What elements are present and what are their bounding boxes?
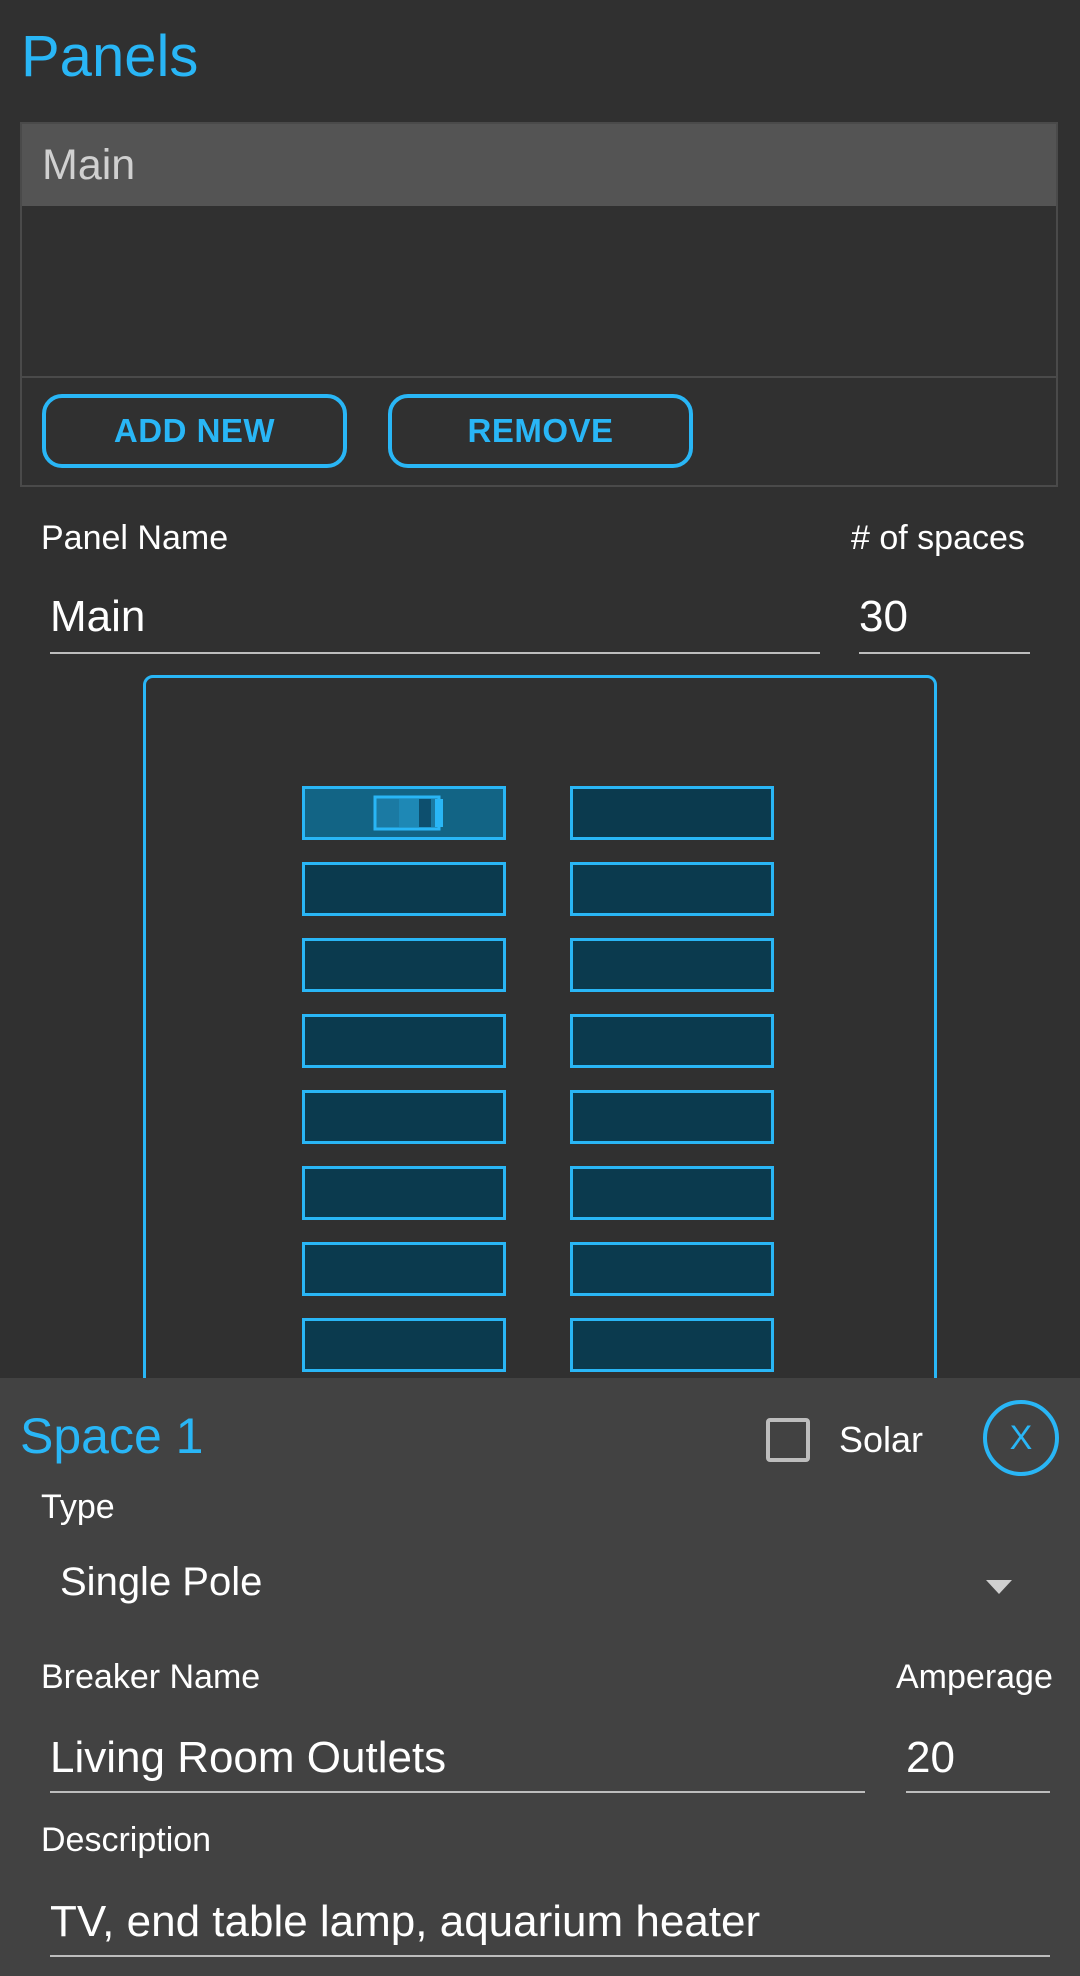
description-underline xyxy=(50,1955,1050,1957)
amperage-value: 20 xyxy=(906,1733,955,1782)
breaker-slot-13[interactable] xyxy=(302,1242,506,1296)
breaker-name-value: Living Room Outlets xyxy=(50,1733,447,1782)
breaker-slot-11[interactable] xyxy=(302,1166,506,1220)
breaker-slot-15[interactable] xyxy=(302,1318,506,1372)
breaker-slot-3[interactable] xyxy=(302,862,506,916)
breaker-switch-icon xyxy=(373,795,445,831)
space-editor-sheet: Space 1 Solar X Type Single Pole Breaker… xyxy=(0,1378,1080,1976)
breaker-name-underline xyxy=(50,1791,865,1793)
breaker-slot-10[interactable] xyxy=(570,1090,774,1144)
close-button[interactable]: X xyxy=(983,1400,1059,1476)
breaker-slot-5[interactable] xyxy=(302,938,506,992)
breaker-slots xyxy=(0,0,1080,1378)
amperage-field[interactable]: 20 xyxy=(906,1728,1050,1792)
breaker-slot-16[interactable] xyxy=(570,1318,774,1372)
space-title: Space 1 xyxy=(20,1408,204,1464)
breaker-slot-9[interactable] xyxy=(302,1090,506,1144)
solar-checkbox[interactable] xyxy=(766,1418,810,1462)
breaker-slot-6[interactable] xyxy=(570,938,774,992)
breaker-slot-4[interactable] xyxy=(570,862,774,916)
amperage-label: Amperage xyxy=(896,1658,1053,1696)
breaker-slot-2[interactable] xyxy=(570,786,774,840)
description-value: TV, end table lamp, aquarium heater xyxy=(50,1897,761,1946)
description-label: Description xyxy=(41,1821,212,1859)
amperage-underline xyxy=(906,1791,1050,1793)
description-field[interactable]: TV, end table lamp, aquarium heater xyxy=(50,1890,1050,1954)
breaker-slot-8[interactable] xyxy=(570,1014,774,1068)
breaker-name-field[interactable]: Living Room Outlets xyxy=(50,1728,865,1792)
type-value: Single Pole xyxy=(60,1560,263,1604)
solar-label: Solar xyxy=(839,1419,924,1460)
breaker-slot-12[interactable] xyxy=(570,1166,774,1220)
breaker-slot-7[interactable] xyxy=(302,1014,506,1068)
type-label: Type xyxy=(41,1488,115,1526)
type-select[interactable]: Single Pole xyxy=(50,1548,1030,1618)
breaker-name-label: Breaker Name xyxy=(41,1658,261,1696)
breaker-slot-14[interactable] xyxy=(570,1242,774,1296)
breaker-slot-1[interactable] xyxy=(302,786,506,840)
chevron-down-icon xyxy=(986,1580,1012,1594)
